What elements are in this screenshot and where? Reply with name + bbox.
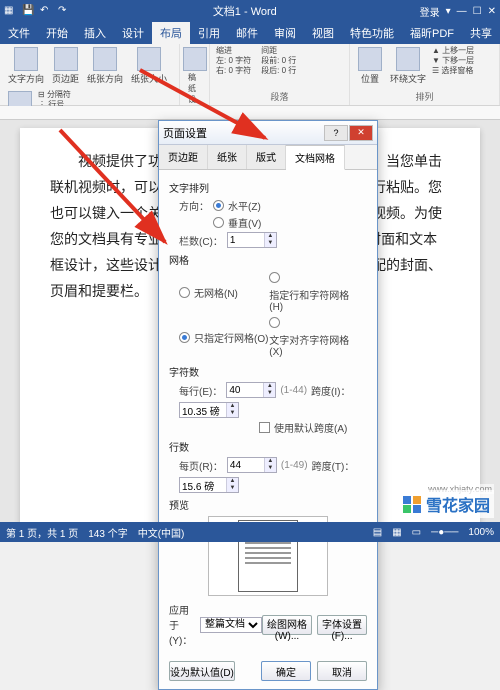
document-title: 文档1 - Word — [70, 3, 420, 19]
zoom-value[interactable]: 100% — [468, 527, 494, 538]
tab-layout[interactable]: 布局 — [152, 22, 190, 44]
view-print-icon[interactable]: ▦ — [392, 527, 401, 538]
view-web-icon[interactable]: ▭ — [412, 527, 421, 538]
wrap-text-button[interactable]: 环绕文字 — [388, 46, 428, 86]
font-settings-button[interactable]: 字体设置(F)... — [317, 615, 367, 635]
size-button[interactable]: 纸张大小 — [129, 46, 169, 86]
dialog-tab-margins[interactable]: 页边距 — [159, 145, 208, 169]
radio-vertical[interactable] — [213, 217, 224, 228]
text-direction-button[interactable]: 文字方向 — [6, 46, 46, 86]
position-button[interactable]: 位置 — [356, 46, 384, 86]
dialog-close-button[interactable]: ✕ — [349, 125, 373, 141]
redo-icon[interactable]: ↷ — [58, 5, 70, 17]
undo-icon[interactable]: ↶ — [40, 5, 52, 17]
watermark-logo-icon — [402, 495, 422, 514]
ribbon-options-icon[interactable]: ▾ — [446, 6, 451, 17]
tab-review[interactable]: 审阅 — [266, 22, 304, 44]
view-read-icon[interactable]: ▤ — [373, 527, 382, 538]
radio-no-grid[interactable] — [179, 287, 190, 298]
ribbon: 文字方向 页边距 纸张方向 纸张大小 栏 ⊟ 分隔符 ⋮ 行号 bc 断字 页面… — [0, 44, 500, 106]
char-pitch-spinner[interactable]: ▲▼ — [179, 402, 239, 418]
tab-references[interactable]: 引用 — [190, 22, 228, 44]
page-setup-dialog: 页面设置 ? ✕ 页边距 纸张 版式 文档网格 文字排列 方向： 水平(Z) 垂… — [158, 120, 378, 690]
tab-mailings[interactable]: 邮件 — [228, 22, 266, 44]
radio-horizontal[interactable] — [213, 200, 224, 211]
section-preview: 预览 — [169, 497, 367, 512]
draw-grid-button[interactable]: 绘图网格(W)... — [262, 615, 312, 635]
section-char-count: 字符数 — [169, 364, 367, 379]
tab-view[interactable]: 视图 — [304, 22, 342, 44]
status-words[interactable]: 143 个字 — [88, 525, 127, 540]
spacing-after-value[interactable]: 0 行 — [282, 66, 297, 75]
margins-button[interactable]: 页边距 — [50, 46, 81, 86]
watermark: 雪花家园 — [398, 490, 494, 518]
window-titlebar: ▦ 💾 ↶ ↷ 文档1 - Word 登录 ▾ — ☐ ✕ — [0, 0, 500, 22]
dialog-titlebar[interactable]: 页面设置 ? ✕ — [159, 121, 377, 145]
tab-share[interactable]: 共享 — [462, 22, 500, 44]
group-paragraph: 段落 — [216, 90, 343, 103]
radio-lines-only-grid[interactable] — [179, 332, 190, 343]
radio-chars-align-grid[interactable] — [269, 317, 280, 328]
breaks-button[interactable]: ⊟ 分隔符 — [38, 90, 71, 100]
indent-header: 缩进 — [216, 46, 251, 56]
indent-right-value[interactable]: 0 字符 — [228, 66, 251, 75]
apply-to-select[interactable]: 整篇文档 — [200, 617, 262, 633]
section-line-count: 行数 — [169, 439, 367, 454]
dialog-tab-grid[interactable]: 文档网格 — [286, 145, 345, 170]
bring-forward-button[interactable]: ▲ 上移一层 — [432, 46, 474, 56]
columns-spinner[interactable]: ▲▼ — [227, 232, 277, 248]
word-icon: ▦ — [4, 5, 16, 17]
zoom-slider[interactable]: ─●── — [431, 527, 458, 538]
dialog-tab-paper[interactable]: 纸张 — [208, 145, 247, 169]
radio-chars-lines-grid[interactable] — [269, 272, 280, 283]
status-page[interactable]: 第 1 页，共 1 页 — [6, 525, 78, 540]
status-bar: 第 1 页，共 1 页 143 个字 中文(中国) ▤ ▦ ▭ ─●── 100… — [0, 522, 500, 542]
section-grid: 网格 — [169, 252, 367, 267]
line-pitch-spinner[interactable]: ▲▼ — [179, 477, 239, 493]
status-language[interactable]: 中文(中国) — [138, 525, 185, 540]
signin-link[interactable]: 登录 — [420, 4, 440, 19]
orientation-button[interactable]: 纸张方向 — [85, 46, 125, 86]
dialog-title: 页面设置 — [163, 125, 207, 141]
dialog-help-button[interactable]: ? — [324, 125, 348, 141]
cancel-button[interactable]: 取消 — [317, 661, 367, 681]
tab-insert[interactable]: 插入 — [76, 22, 114, 44]
ribbon-tabs: 文件 开始 插入 设计 布局 引用 邮件 审阅 视图 特色功能 福昕PDF 共享 — [0, 22, 500, 44]
minimize-icon[interactable]: — — [457, 6, 467, 17]
group-arrange: 排列 — [356, 90, 493, 103]
save-icon[interactable]: 💾 — [22, 5, 34, 17]
tab-file[interactable]: 文件 — [0, 22, 38, 44]
dialog-tabs: 页边距 纸张 版式 文档网格 — [159, 145, 377, 170]
horizontal-ruler[interactable] — [0, 106, 500, 120]
indent-left-value[interactable]: 0 字符 — [228, 56, 251, 65]
tab-home[interactable]: 开始 — [38, 22, 76, 44]
lines-per-page-spinner[interactable]: ▲▼ — [227, 457, 277, 473]
chars-per-line-spinner[interactable]: ▲▼ — [226, 382, 276, 398]
tab-special[interactable]: 特色功能 — [342, 22, 402, 44]
ok-button[interactable]: 确定 — [261, 661, 311, 681]
section-text-arrangement: 文字排列 — [169, 180, 367, 195]
spacing-header: 间距 — [261, 46, 296, 56]
close-icon[interactable]: ✕ — [488, 6, 496, 17]
dialog-tab-layout[interactable]: 版式 — [247, 145, 286, 169]
tab-pdf[interactable]: 福昕PDF — [402, 22, 462, 44]
tab-design[interactable]: 设计 — [114, 22, 152, 44]
spacing-before-value[interactable]: 0 行 — [282, 56, 297, 65]
selection-pane-button[interactable]: ☰ 选择窗格 — [432, 66, 474, 76]
checkbox-default-pitch[interactable] — [259, 422, 270, 433]
send-backward-button[interactable]: ▼ 下移一层 — [432, 56, 474, 66]
maximize-icon[interactable]: ☐ — [473, 6, 482, 17]
set-default-button[interactable]: 设为默认值(D) — [169, 661, 235, 681]
watermark-text: 雪花家园 — [426, 492, 490, 516]
